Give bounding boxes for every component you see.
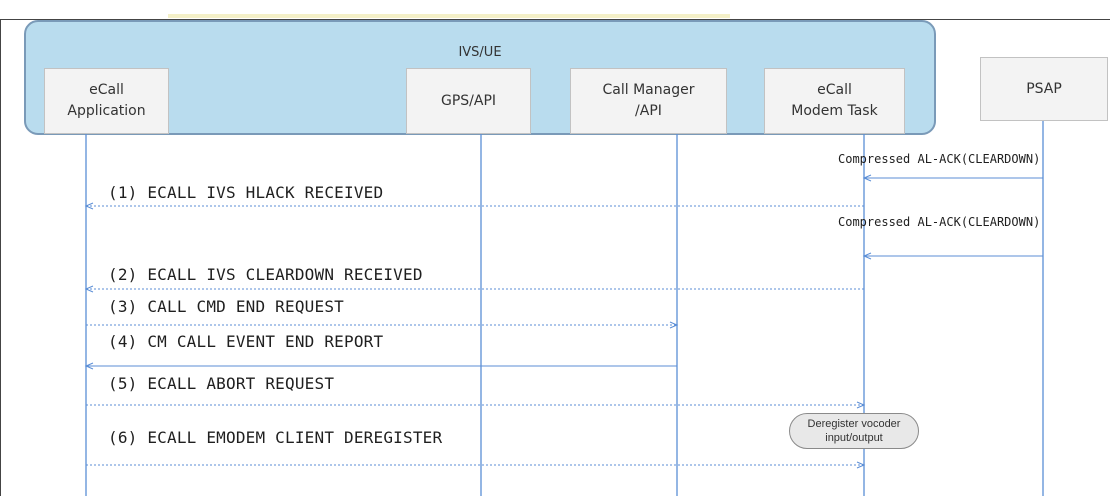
arrow-msg-5 (86, 401, 866, 409)
arrow-psap-2 (862, 252, 1043, 260)
entity-gps-api: GPS/API (406, 68, 531, 134)
entity-psap: PSAP (980, 57, 1108, 121)
message-5-label: (5) ECALL ABORT REQUEST (108, 374, 335, 393)
entity-call-manager-api: Call Manager /API (570, 68, 727, 134)
message-2-label: (2) ECALL IVS CLEARDOWN RECEIVED (108, 265, 423, 284)
message-3-label: (3) CALL CMD END REQUEST (108, 297, 344, 316)
arrow-psap-1 (862, 174, 1043, 182)
arrow-msg-3 (86, 321, 679, 329)
deregister-vocoder-note: Deregister vocoder input/output (789, 413, 919, 449)
message-1-label: (1) ECALL IVS HLACK RECEIVED (108, 183, 384, 202)
message-6-label: (6) ECALL EMODEM CLIENT DEREGISTER (108, 428, 443, 447)
sequence-diagram: IVS/UE eCall Application GPS/API Call Ma… (0, 0, 1110, 496)
entity-ecall-application: eCall Application (44, 68, 169, 134)
message-4-label: (4) CM CALL EVENT END REPORT (108, 332, 384, 351)
arrow-msg-6 (86, 461, 866, 469)
arrow-msg-4 (84, 362, 677, 370)
arrow-msg-1 (84, 202, 864, 210)
arrow-msg-2 (84, 285, 864, 293)
psap-message-1-label: Compressed AL-ACK(CLEARDOWN) (838, 152, 1041, 166)
entity-ecall-modem-task: eCall Modem Task (764, 68, 905, 134)
psap-message-2-label: Compressed AL-ACK(CLEARDOWN) (838, 215, 1041, 229)
